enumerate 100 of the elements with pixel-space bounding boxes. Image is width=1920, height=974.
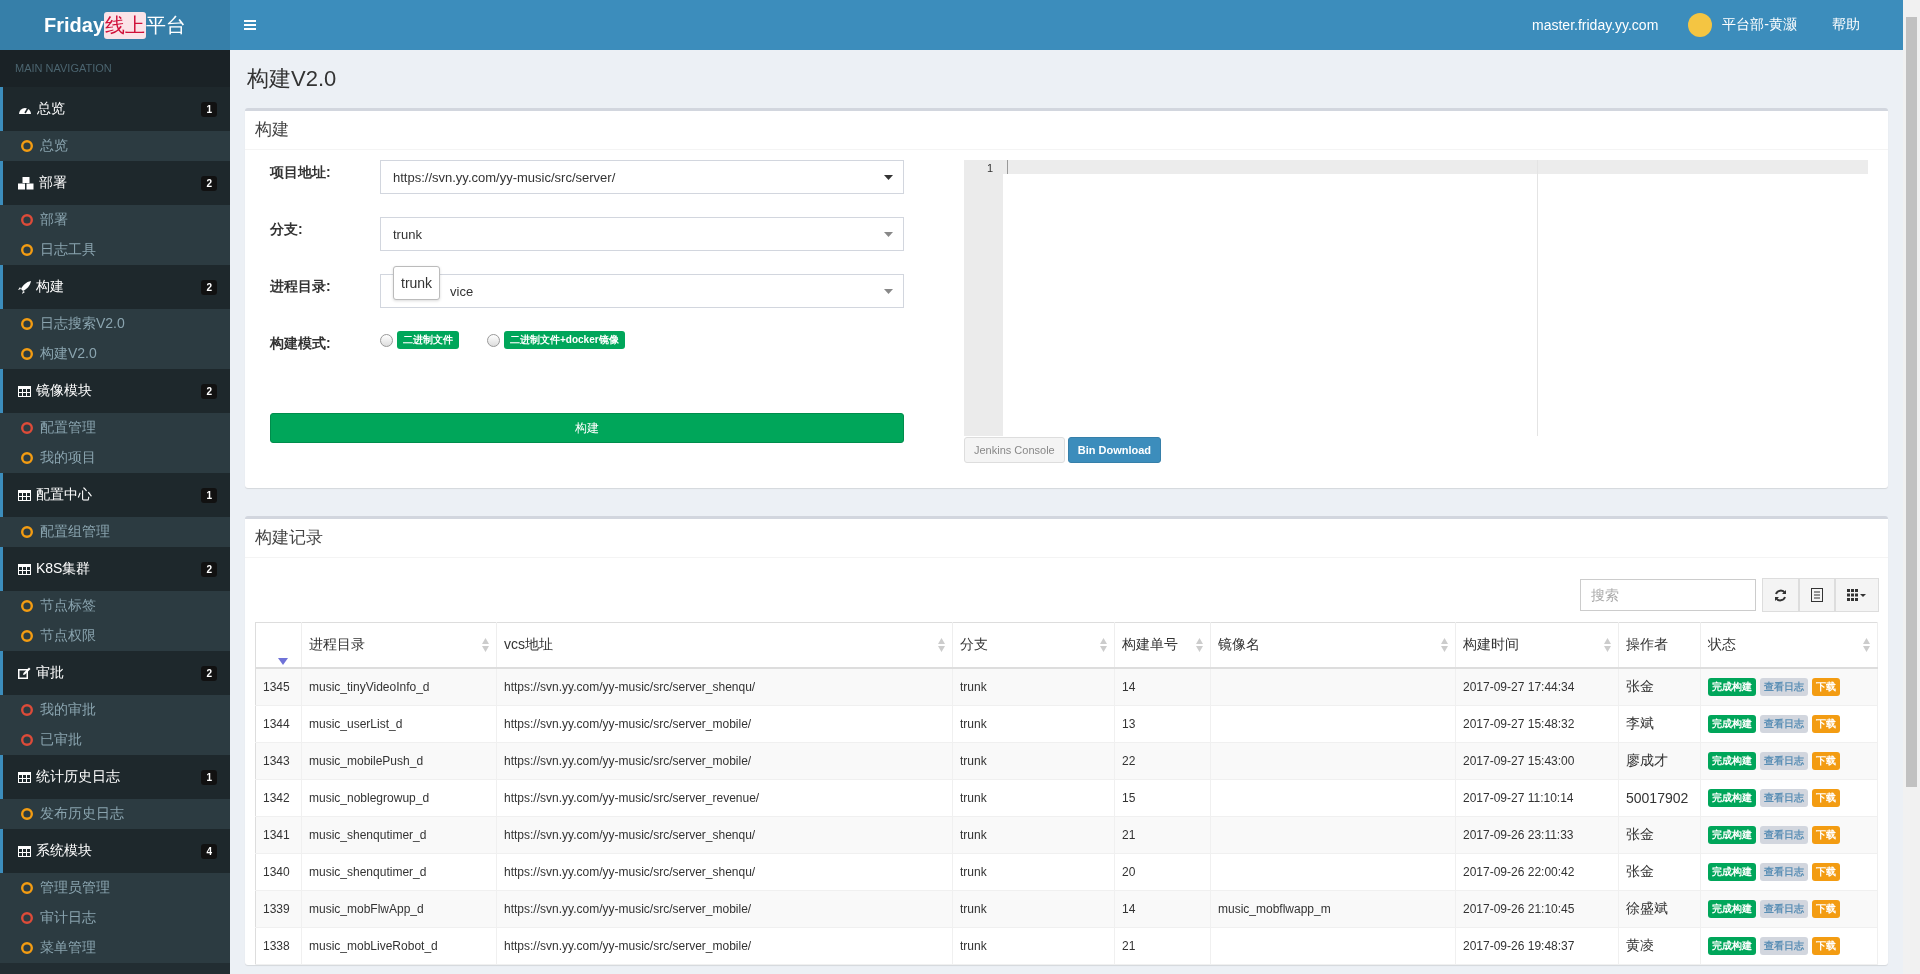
view-log-button[interactable]: 查看日志 [1760,752,1808,770]
logo-suffix: 平台 [146,12,186,38]
sidebar-group[interactable]: 系统模块 4 [0,829,230,873]
console-button[interactable]: Jenkins Console [964,437,1065,463]
select-field[interactable]: trunk [380,217,904,251]
sidebar-item[interactable]: 配置组管理 [0,517,230,547]
sidebar-item[interactable]: 配置管理 [0,413,230,443]
sidebar-item[interactable]: 发布历史日志 [0,799,230,829]
sidebar-item[interactable]: 节点权限 [0,621,230,651]
table-cell: music_mobFlwApp_d [301,890,497,928]
build-button[interactable]: 构建 [270,413,904,443]
status-label: 完成构建 [1708,789,1756,807]
table-cell: https://svn.yy.com/yy-music/src/server_shenqu/ [496,816,953,854]
sidebar-item[interactable]: 日志搜索V2.0 [0,309,230,339]
sidebar-group[interactable]: 部署 2 [0,161,230,205]
view-log-button[interactable]: 查看日志 [1760,826,1808,844]
grid-icon [1847,589,1867,601]
help-link[interactable]: 帮助 [1832,16,1860,34]
host-link[interactable]: master.friday.yy.com [1532,17,1659,33]
sidebar-item[interactable]: 菜单管理 [0,933,230,963]
caret-icon [884,174,893,180]
sidebar-group[interactable]: 审批 2 [0,651,230,695]
view-log-button[interactable]: 查看日志 [1760,715,1808,733]
group-label: 系统模块 [36,842,92,860]
status-label: 完成构建 [1708,678,1756,696]
table-cell: trunk [952,890,1115,928]
code-editor[interactable]: 1 [964,160,1868,436]
sidebar-item[interactable]: 构建V2.0 [0,339,230,369]
download-button[interactable]: Bin Download [1067,437,1162,463]
count-badge: 2 [201,175,217,191]
table-cell: 1342 [255,779,302,817]
search-field[interactable]: 搜索 [1580,579,1756,611]
table-cell: music_userList_d [301,705,497,743]
view-log-button[interactable]: 查看日志 [1760,900,1808,918]
sidebar-item[interactable]: 管理员管理 [0,873,230,903]
field-label: 项目地址: [270,163,332,182]
sort-icon [1863,638,1870,652]
table-cell: 14 [1114,668,1211,706]
item-label: 配置管理 [40,419,96,437]
sidebar-group[interactable]: 镜像模块 2 [0,369,230,413]
table-cell: https://svn.yy.com/yy-music/src/server_mobile/ [496,927,953,965]
sort-icon [1604,638,1611,652]
table-cell: music_mobflwapp_m [1218,902,1331,916]
sort-desc-icon [278,658,288,665]
table-cell: music_shenqutimer_d [301,816,497,854]
refresh-button[interactable] [1762,578,1799,612]
table-cell: 2017-09-26 19:48:37 [1455,927,1619,965]
table-cell: 21 [1114,927,1211,965]
table-cell: trunk [952,742,1115,780]
sort-icon [482,638,489,652]
scrollbar[interactable] [1903,0,1920,974]
sidebar-group[interactable]: 统计历史日志 1 [0,755,230,799]
item-label: 菜单管理 [40,939,96,957]
field-label: 构建模式: [270,334,332,353]
sidebar-item[interactable]: 已审批 [0,725,230,755]
item-label: 日志搜索V2.0 [40,315,125,333]
item-label: 我的审批 [40,701,96,719]
logo[interactable]: Friday线上平台 [0,0,230,50]
table-cell: 1344 [255,705,302,743]
count-badge: 4 [201,843,217,859]
sidebar-item[interactable]: 审计日志 [0,903,230,933]
sidebar-item[interactable]: 节点标签 [0,591,230,621]
cubes-icon [18,176,34,190]
panel-title: 构建记录 [255,528,323,547]
group-label: 总览 [37,100,65,118]
sort-icon [1441,638,1448,652]
item-label: 构建V2.0 [40,345,97,363]
view-log-button[interactable]: 查看日志 [1760,937,1808,955]
group-label: 统计历史日志 [36,768,120,786]
table-cell: https://svn.yy.com/yy-music/src/server_shenqu/ [496,853,953,891]
sidebar-group[interactable]: K8S集群 2 [0,547,230,591]
option-label: 二进制文件 [397,331,459,349]
view-log-button[interactable]: 查看日志 [1760,789,1808,807]
menu-icon[interactable] [244,20,256,30]
sidebar-item[interactable]: 我的审批 [0,695,230,725]
view-log-button[interactable]: 查看日志 [1760,678,1808,696]
table-cell: https://svn.yy.com/yy-music/src/server_mobile/ [496,742,953,780]
view-log-button[interactable]: 查看日志 [1760,863,1808,881]
field-label: 进程目录: [270,277,332,296]
toggle-view-button[interactable] [1799,578,1835,612]
radio-button[interactable] [380,333,393,347]
radio-button[interactable] [487,333,500,347]
logo-tag: 线上 [104,11,146,39]
sidebar-item[interactable]: 我的项目 [0,443,230,473]
sidebar-group[interactable]: 构建 2 [0,265,230,309]
table-cell: 2017-09-27 15:48:32 [1455,705,1619,743]
user-menu[interactable]: 平台部-黄灏 [1722,16,1797,34]
select-field[interactable]: https://svn.yy.com/yy-music/src/server/ [380,160,904,194]
sidebar-group[interactable]: 配置中心 1 [0,473,230,517]
rocket-icon [18,280,31,294]
table-cell: trunk [952,816,1115,854]
columns-button[interactable] [1835,578,1879,612]
count-badge: 2 [201,383,217,399]
sidebar-item[interactable]: 部署 [0,205,230,235]
list-icon [1811,588,1823,602]
sort-icon [1196,638,1203,652]
sidebar-item[interactable]: 总览 [0,131,230,161]
avatar-icon [1688,13,1713,37]
sidebar-group[interactable]: 总览 1 [0,87,230,131]
sidebar-item[interactable]: 日志工具 [0,235,230,265]
